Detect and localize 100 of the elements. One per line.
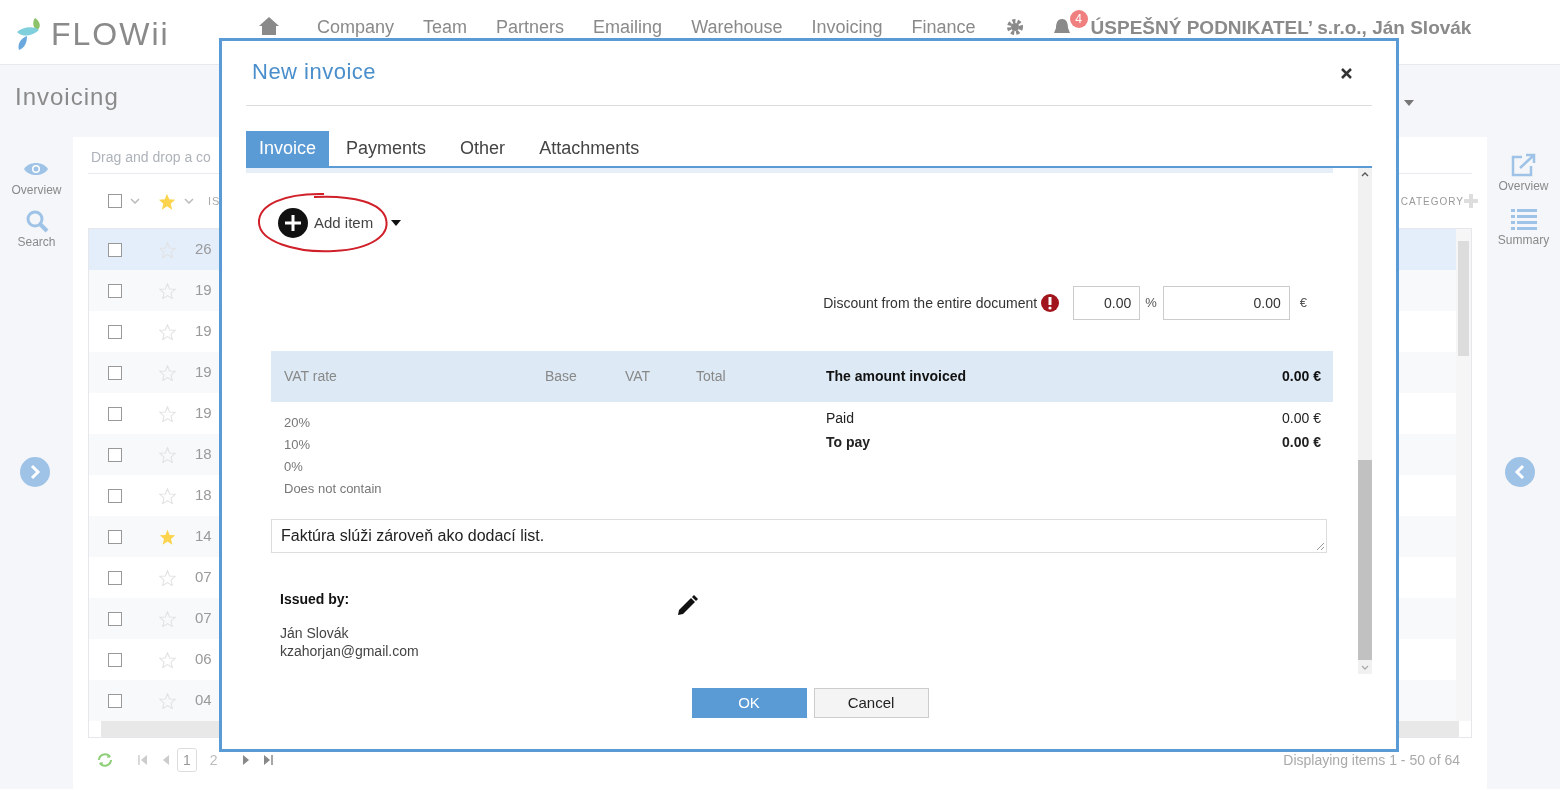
page-button[interactable]: 2	[204, 748, 223, 772]
column-header[interactable]: IS	[208, 192, 221, 210]
table-cell-text: 07	[195, 567, 212, 588]
scrollbar[interactable]	[1456, 229, 1471, 721]
nav-link[interactable]: Emailing	[593, 14, 663, 41]
star-icon[interactable]	[159, 610, 176, 627]
checkbox[interactable]	[108, 194, 122, 208]
plus-icon	[278, 208, 308, 238]
sidebar-button[interactable]: Overview	[1498, 153, 1549, 195]
star-icon[interactable]	[159, 487, 176, 504]
checkbox[interactable]	[108, 242, 122, 257]
checkbox[interactable]	[108, 447, 122, 462]
external-link-icon	[1510, 153, 1537, 177]
nav-link[interactable]: Company	[317, 14, 395, 41]
note-field[interactable]: Faktúra slúži zároveň ako dodací list.	[271, 519, 1327, 553]
checkbox[interactable]	[108, 570, 122, 585]
vat-rate: 0%	[284, 458, 304, 476]
checkbox[interactable]	[108, 611, 122, 626]
star-icon[interactable]	[159, 446, 176, 463]
column-header: Base	[545, 367, 578, 386]
vat-rate: Does not contain	[284, 480, 383, 498]
checkbox[interactable]	[108, 406, 122, 421]
logo-icon	[15, 16, 43, 52]
list-icon	[1510, 207, 1537, 231]
page-title: Invoicing	[15, 82, 119, 112]
add-item-button[interactable]: Add item	[278, 208, 374, 238]
discount-label: Discount from the entire document	[823, 293, 1038, 313]
sidebar-button[interactable]: Search	[17, 209, 56, 251]
dialog-title: New invoice	[252, 58, 377, 86]
issuer-name: Ján Slovák	[280, 624, 350, 642]
star-icon[interactable]	[158, 192, 176, 210]
checkbox[interactable]	[108, 488, 122, 503]
checkbox[interactable]	[108, 693, 122, 708]
scrollbar[interactable]	[1358, 168, 1372, 674]
table-cell-text: 19	[195, 321, 212, 342]
star-icon[interactable]	[159, 692, 176, 709]
star-icon[interactable]	[159, 282, 176, 299]
total-label: To pay	[826, 433, 871, 452]
column-header: Total	[696, 367, 727, 386]
resize-handle-icon[interactable]	[1317, 543, 1324, 550]
sidebar-button[interactable]: Overview	[11, 157, 62, 199]
star-icon[interactable]	[159, 364, 176, 381]
nav-link[interactable]: Warehouse	[691, 14, 783, 41]
dropdown-caret-icon[interactable]	[391, 220, 402, 226]
close-icon[interactable]	[1341, 67, 1352, 79]
pagination-info: Displaying items 1 - 50 of 64	[1283, 750, 1460, 770]
table-cell-text: 19	[195, 362, 212, 383]
sidebar-button[interactable]: Summary	[1497, 207, 1550, 249]
star-icon[interactable]	[159, 241, 176, 258]
nav-link[interactable]: Invoicing	[811, 14, 883, 41]
table-cell-text: 07	[195, 608, 212, 629]
percent-field[interactable]: 0.00	[1073, 286, 1141, 320]
unit-label: %	[1145, 294, 1157, 313]
table-cell-text: 19	[195, 280, 212, 301]
caret-icon[interactable]	[1404, 100, 1414, 106]
summary-label: The amount invoiced	[826, 367, 966, 386]
checkbox[interactable]	[108, 283, 122, 298]
star-icon[interactable]	[159, 405, 176, 422]
page-button[interactable]: 1	[177, 748, 197, 772]
issuer-email: kzahorjan@gmail.com	[280, 642, 420, 660]
search-icon	[24, 209, 49, 233]
column-header[interactable]: CATEGORY	[1400, 193, 1464, 209]
cancel-button[interactable]: Cancel	[813, 688, 929, 718]
home-icon[interactable]	[258, 16, 280, 36]
column-header: VAT	[625, 367, 652, 386]
star-icon[interactable]	[159, 569, 176, 586]
previous-page-icon[interactable]	[163, 755, 169, 765]
total-label: Paid	[826, 409, 855, 428]
scroll-up-icon[interactable]	[1361, 172, 1369, 177]
checkbox[interactable]	[108, 365, 122, 380]
checkbox[interactable]	[108, 324, 122, 339]
refresh-icon[interactable]	[96, 752, 114, 768]
star-icon[interactable]	[159, 323, 176, 340]
table-cell-text: 14	[195, 526, 212, 547]
expand-button[interactable]	[20, 457, 50, 487]
total-value: 0.00 €	[1282, 409, 1321, 428]
settings-icon[interactable]	[1004, 17, 1025, 37]
first-page-icon[interactable]	[138, 755, 147, 765]
collapse-button[interactable]	[1505, 457, 1535, 487]
last-page-icon[interactable]	[263, 755, 273, 765]
amount-field[interactable]: 0.00	[1162, 286, 1290, 320]
star-icon[interactable]	[159, 651, 176, 668]
table-cell-text: 18	[195, 444, 212, 465]
vat-rate: 20%	[284, 414, 312, 432]
star-icon[interactable]	[159, 528, 176, 545]
chevron-icon[interactable]	[184, 198, 194, 204]
checkbox[interactable]	[108, 529, 122, 544]
nav-link[interactable]: Partners	[496, 14, 565, 41]
scroll-down-icon[interactable]	[1361, 665, 1369, 670]
table-cell-text: 26	[195, 239, 212, 260]
chevron-icon[interactable]	[130, 198, 140, 204]
logo-text: FLOWii	[51, 15, 170, 54]
summary-value: 0.00 €	[1282, 367, 1322, 386]
tab[interactable]: Invoice	[246, 131, 330, 166]
ok-button[interactable]: OK	[691, 688, 807, 718]
column-header: VAT rate	[283, 367, 338, 386]
next-page-icon[interactable]	[242, 755, 249, 765]
nav-link[interactable]: Finance	[911, 14, 976, 41]
checkbox[interactable]	[108, 652, 122, 667]
nav-link[interactable]: Team	[423, 14, 468, 41]
